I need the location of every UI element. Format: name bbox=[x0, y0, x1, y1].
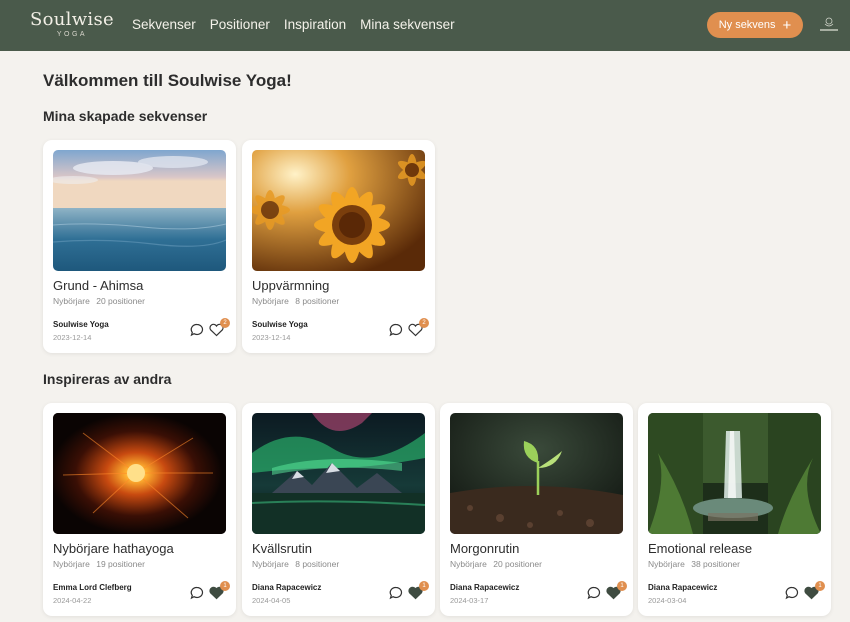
card-image-waterfall bbox=[648, 413, 821, 534]
card-image-sun-explosion bbox=[53, 413, 226, 534]
like-count-badge: 1 bbox=[419, 581, 429, 591]
card-date: 2024-03-17 bbox=[450, 596, 489, 605]
card-image-aurora bbox=[252, 413, 425, 534]
card-positions: 19 positioner bbox=[96, 559, 145, 569]
card-title: Grund - Ahimsa bbox=[53, 278, 144, 293]
comment-icon[interactable] bbox=[189, 322, 205, 338]
card-level: Nybörjare bbox=[450, 559, 487, 569]
sequence-card-nyborjare-hathayoga[interactable]: Nybörjare hathayoga Nybörjare 19 positio… bbox=[43, 403, 236, 616]
like-count-badge: 1 bbox=[220, 581, 230, 591]
card-positions: 38 positioner bbox=[691, 559, 740, 569]
card-positions: 20 positioner bbox=[493, 559, 542, 569]
soulwise-logo[interactable]: Soulwise YOGA bbox=[30, 9, 114, 38]
card-meta: Nybörjare 20 positioner bbox=[53, 296, 145, 306]
nav-sekvenser[interactable]: Sekvenser bbox=[132, 17, 196, 32]
card-level: Nybörjare bbox=[252, 296, 289, 306]
like-count-badge: 1 bbox=[815, 581, 825, 591]
like-count-badge: 2 bbox=[419, 318, 429, 328]
comment-icon[interactable] bbox=[189, 585, 205, 601]
card-title: Nybörjare hathayoga bbox=[53, 541, 174, 556]
new-sequence-button[interactable]: Ny sekvens + bbox=[707, 12, 803, 38]
sequence-card-kvallsrutin[interactable]: Kvällsrutin Nybörjare 8 positioner Diana… bbox=[242, 403, 435, 616]
card-date: 2023-12-14 bbox=[252, 333, 291, 342]
card-level: Nybörjare bbox=[648, 559, 685, 569]
card-title: Uppvärmning bbox=[252, 278, 330, 293]
sequence-card-morgonrutin[interactable]: Morgonrutin Nybörjare 20 positioner Dian… bbox=[440, 403, 633, 616]
card-meta: Nybörjare 38 positioner bbox=[648, 559, 740, 569]
card-title: Emotional release bbox=[648, 541, 753, 556]
new-sequence-label: Ny sekvens bbox=[718, 19, 776, 31]
card-date: 2024-04-05 bbox=[252, 596, 291, 605]
welcome-heading: Välkommen till Soulwise Yoga! bbox=[43, 71, 292, 90]
card-date: 2024-03-04 bbox=[648, 596, 687, 605]
profile-avatar-icon[interactable] bbox=[817, 15, 841, 35]
sequence-card-uppvarmning[interactable]: Uppvärmning Nybörjare 8 positioner Soulw… bbox=[242, 140, 435, 353]
card-image-ocean bbox=[53, 150, 226, 271]
card-date: 2024-04-22 bbox=[53, 596, 92, 605]
card-level: Nybörjare bbox=[252, 559, 289, 569]
card-date: 2023-12-14 bbox=[53, 333, 92, 342]
card-meta: Nybörjare 19 positioner bbox=[53, 559, 145, 569]
card-image-sprout bbox=[450, 413, 623, 534]
card-level: Nybörjare bbox=[53, 559, 90, 569]
card-positions: 8 positioner bbox=[295, 296, 340, 306]
card-author: Diana Rapacewicz bbox=[648, 583, 718, 592]
card-meta: Nybörjare 20 positioner bbox=[450, 559, 542, 569]
sequence-card-grund-ahimsa[interactable]: Grund - Ahimsa Nybörjare 20 positioner S… bbox=[43, 140, 236, 353]
comment-icon[interactable] bbox=[388, 322, 404, 338]
card-meta: Nybörjare 8 positioner bbox=[252, 559, 339, 569]
inspiration-heading: Inspireras av andra bbox=[43, 371, 172, 387]
card-image-sunflower bbox=[252, 150, 425, 271]
comment-icon[interactable] bbox=[586, 585, 602, 601]
nav-inspiration[interactable]: Inspiration bbox=[284, 17, 346, 32]
card-author: Emma Lord Clefberg bbox=[53, 583, 132, 592]
my-sequences-heading: Mina skapade sekvenser bbox=[43, 108, 208, 124]
card-author: Diana Rapacewicz bbox=[450, 583, 520, 592]
card-author: Soulwise Yoga bbox=[252, 320, 308, 329]
nav-positioner[interactable]: Positioner bbox=[210, 17, 270, 32]
comment-icon[interactable] bbox=[388, 585, 404, 601]
card-title: Kvällsrutin bbox=[252, 541, 312, 556]
nav-mina-sekvenser[interactable]: Mina sekvenser bbox=[360, 17, 455, 32]
top-navigation-bar: Soulwise YOGA Sekvenser Positioner Inspi… bbox=[0, 0, 850, 51]
main-nav: Sekvenser Positioner Inspiration Mina se… bbox=[132, 17, 455, 32]
logo-text: Soulwise bbox=[30, 9, 114, 30]
like-count-badge: 2 bbox=[220, 318, 230, 328]
plus-icon: + bbox=[782, 16, 792, 34]
comment-icon[interactable] bbox=[784, 585, 800, 601]
card-author: Diana Rapacewicz bbox=[252, 583, 322, 592]
card-positions: 8 positioner bbox=[295, 559, 340, 569]
card-level: Nybörjare bbox=[53, 296, 90, 306]
card-meta: Nybörjare 8 positioner bbox=[252, 296, 339, 306]
card-positions: 20 positioner bbox=[96, 296, 145, 306]
card-title: Morgonrutin bbox=[450, 541, 520, 556]
sequence-card-emotional-release[interactable]: Emotional release Nybörjare 38 positione… bbox=[638, 403, 831, 616]
logo-subtext: YOGA bbox=[56, 31, 88, 38]
card-author: Soulwise Yoga bbox=[53, 320, 109, 329]
like-count-badge: 1 bbox=[617, 581, 627, 591]
